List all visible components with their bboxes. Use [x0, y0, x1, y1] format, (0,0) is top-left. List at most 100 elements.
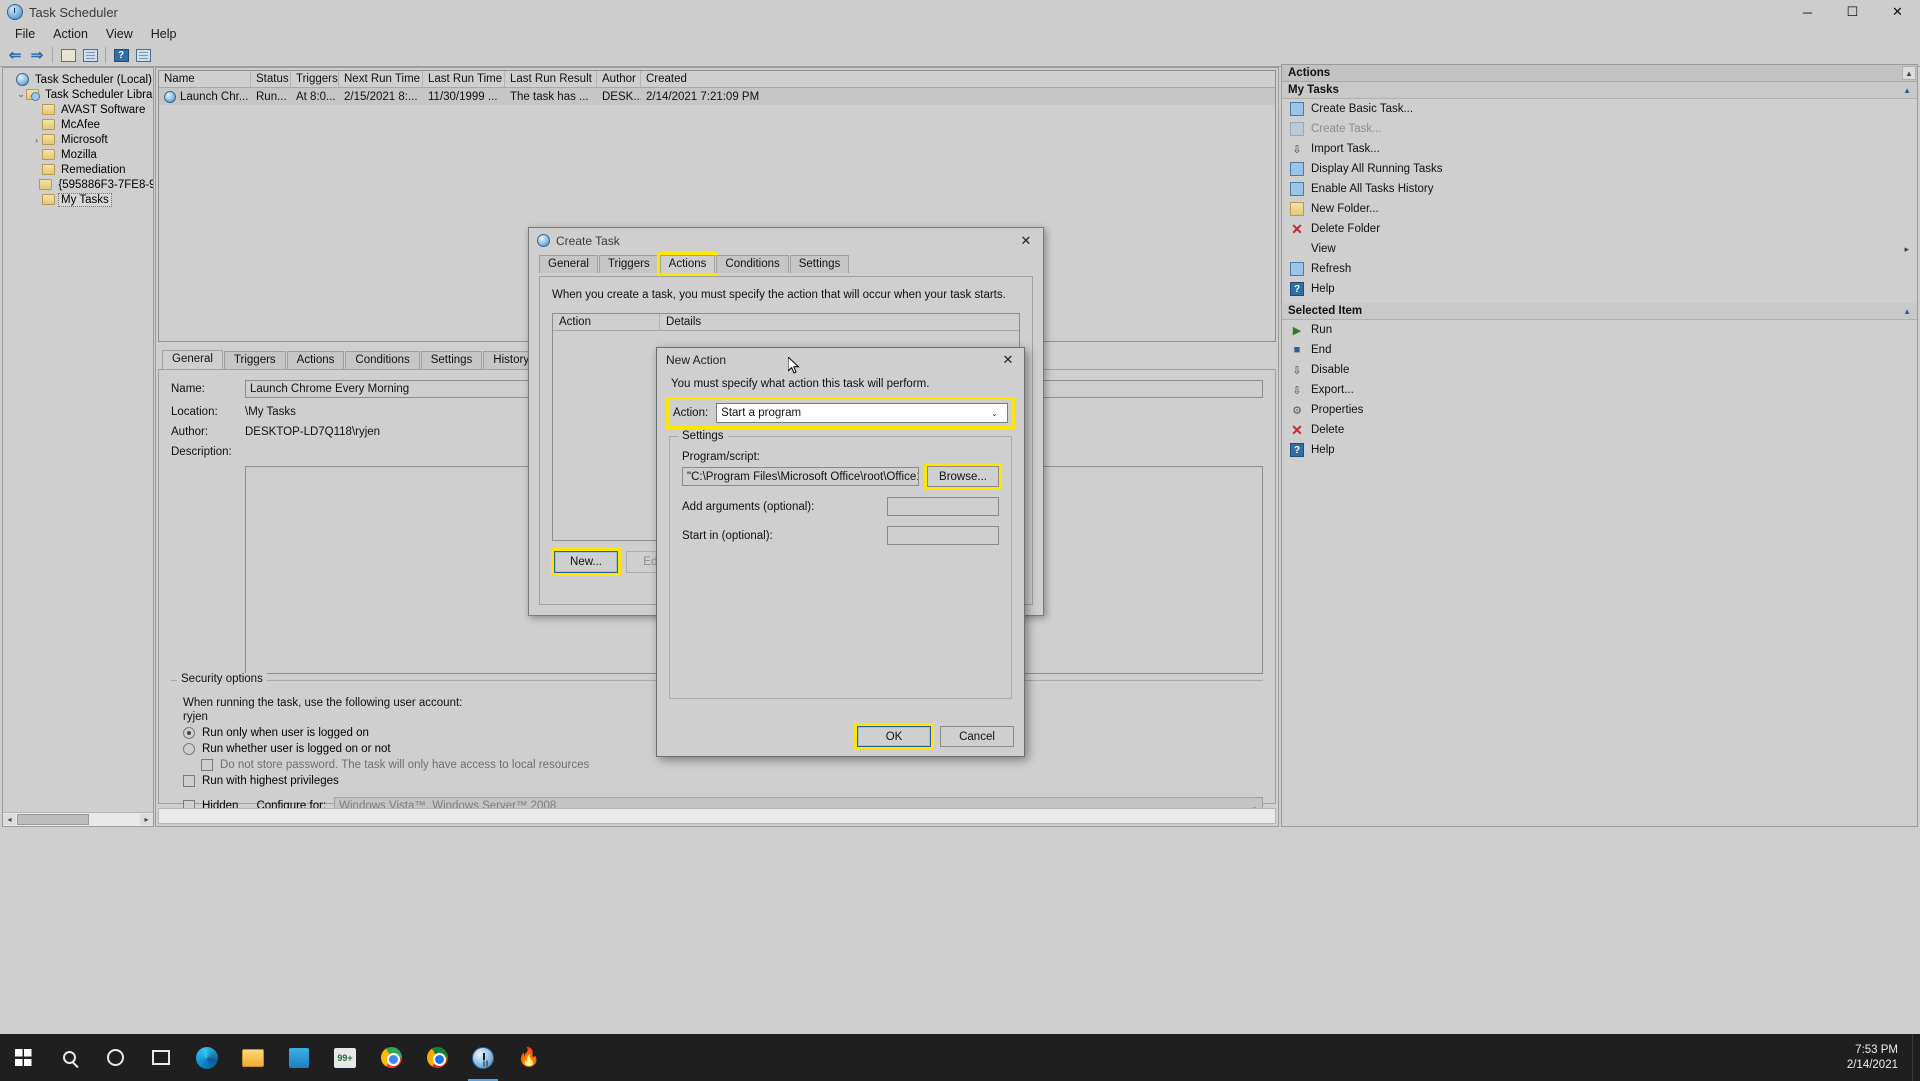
actions-section-my-tasks[interactable]: My Tasks ▲: [1282, 82, 1917, 99]
search-button[interactable]: [46, 1034, 92, 1081]
checkbox-highest-privileges[interactable]: Run with highest privileges: [183, 775, 1263, 787]
column-header-details[interactable]: Details: [660, 314, 1019, 330]
tab-general[interactable]: General: [162, 350, 223, 369]
scroll-left-arrow-icon[interactable]: ◂: [3, 814, 16, 825]
action-import-task[interactable]: ⇩ Import Task...: [1282, 139, 1917, 159]
edge-button[interactable]: [184, 1034, 230, 1081]
maximize-button[interactable]: ☐: [1830, 0, 1875, 24]
tab-conditions[interactable]: Conditions: [345, 351, 420, 369]
table-row[interactable]: Launch Chr... Run... At 8:0... 2/15/2021…: [159, 88, 1275, 105]
column-header-name[interactable]: Name: [159, 71, 251, 87]
chevron-right-icon[interactable]: ›: [31, 135, 42, 145]
tree-item-remediation[interactable]: Remediation: [5, 162, 153, 177]
tab-actions[interactable]: Actions: [286, 351, 345, 369]
close-button[interactable]: ✕: [1875, 0, 1920, 24]
collapse-icon[interactable]: ▲: [1903, 307, 1911, 316]
checkbox-icon[interactable]: [201, 759, 213, 771]
tree-item-avast[interactable]: AVAST Software: [5, 102, 153, 117]
create-task-tab-settings[interactable]: Settings: [789, 255, 850, 273]
actions-section-selected-item[interactable]: Selected Item ▲: [1282, 303, 1917, 320]
column-header-status[interactable]: Status: [251, 71, 291, 87]
system-clock[interactable]: 7:53 PM 2/14/2021: [1847, 1043, 1912, 1073]
action-enable-all-tasks-history[interactable]: Enable All Tasks History: [1282, 179, 1917, 199]
tree-item-guid-folder[interactable]: {595886F3-7FE8-966B-: [5, 177, 153, 192]
detail-horizontal-scrollbar[interactable]: [158, 808, 1276, 824]
column-header-last-run-result[interactable]: Last Run Result: [505, 71, 597, 87]
tree-item-microsoft[interactable]: › Microsoft: [5, 132, 153, 147]
action-view[interactable]: View ▸: [1282, 239, 1917, 259]
file-explorer-button[interactable]: [230, 1034, 276, 1081]
new-action-close-button[interactable]: ✕: [992, 348, 1024, 372]
tree-item-my-tasks[interactable]: My Tasks: [5, 192, 153, 207]
column-header-next-run-time[interactable]: Next Run Time: [339, 71, 423, 87]
chrome-beta-button[interactable]: [414, 1034, 460, 1081]
checkbox-do-not-store-password[interactable]: Do not store password. The task will onl…: [201, 759, 1263, 771]
scrollbar-thumb[interactable]: [17, 814, 89, 825]
action-new-folder[interactable]: New Folder...: [1282, 199, 1917, 219]
action-end[interactable]: ■ End: [1282, 340, 1917, 360]
menu-help[interactable]: Help: [142, 25, 186, 43]
show-action-pane-button[interactable]: [132, 45, 154, 65]
action-select[interactable]: Start a program ⌄: [716, 403, 1008, 423]
tree-item-mozilla[interactable]: Mozilla: [5, 147, 153, 162]
column-header-author[interactable]: Author: [597, 71, 641, 87]
tab-triggers[interactable]: Triggers: [223, 351, 286, 369]
action-refresh[interactable]: Refresh: [1282, 259, 1917, 279]
column-header-action[interactable]: Action: [553, 314, 661, 330]
task-scheduler-button[interactable]: [460, 1034, 506, 1081]
chevron-down-icon[interactable]: ⌄: [986, 404, 1003, 422]
create-task-tab-conditions[interactable]: Conditions: [716, 255, 789, 273]
tree-horizontal-scrollbar[interactable]: ◂ ▸: [3, 812, 153, 826]
radio-icon[interactable]: [183, 727, 195, 739]
ok-button[interactable]: OK: [857, 726, 931, 747]
column-header-triggers[interactable]: Triggers: [291, 71, 339, 87]
action-delete[interactable]: ✕ Delete: [1282, 420, 1917, 440]
create-task-tab-general[interactable]: General: [539, 255, 598, 273]
tree-item-mcafee[interactable]: McAfee: [5, 117, 153, 132]
tab-settings[interactable]: Settings: [420, 351, 483, 369]
minimize-button[interactable]: ─: [1785, 0, 1830, 24]
show-desktop-button[interactable]: [1912, 1034, 1920, 1081]
help-button[interactable]: ?: [110, 45, 132, 65]
task-view-button[interactable]: [138, 1034, 184, 1081]
action-run[interactable]: ▶ Run: [1282, 320, 1917, 340]
action-properties[interactable]: ⚙ Properties: [1282, 400, 1917, 420]
tree-item-root[interactable]: Task Scheduler (Local): [5, 72, 153, 87]
radio-icon[interactable]: [183, 743, 195, 755]
tree-item-library[interactable]: ⌄ Task Scheduler Library: [5, 87, 153, 102]
start-in-input[interactable]: [887, 526, 999, 545]
cancel-button[interactable]: Cancel: [940, 726, 1014, 747]
create-task-close-button[interactable]: ✕: [1009, 228, 1043, 253]
action-display-running-tasks[interactable]: Display All Running Tasks: [1282, 159, 1917, 179]
action-create-basic-task[interactable]: Create Basic Task...: [1282, 99, 1917, 119]
column-header-last-run-time[interactable]: Last Run Time: [423, 71, 505, 87]
action-delete-folder[interactable]: ✕ Delete Folder: [1282, 219, 1917, 239]
microsoft-store-button[interactable]: [276, 1034, 322, 1081]
start-button[interactable]: [0, 1034, 46, 1081]
checkbox-icon[interactable]: [183, 775, 195, 787]
badge-app-button[interactable]: 99+: [322, 1034, 368, 1081]
cortana-button[interactable]: [92, 1034, 138, 1081]
back-button[interactable]: ⇐: [4, 45, 26, 65]
create-task-tab-actions[interactable]: Actions: [656, 252, 719, 276]
action-disable[interactable]: ⇩ Disable: [1282, 360, 1917, 380]
program-script-input[interactable]: "C:\Program Files\Microsoft Office\root\…: [682, 467, 919, 486]
menu-view[interactable]: View: [97, 25, 142, 43]
column-header-created[interactable]: Created: [641, 71, 871, 87]
action-help[interactable]: ? Help: [1282, 279, 1917, 299]
scroll-right-arrow-icon[interactable]: ▸: [140, 814, 153, 825]
action-create-task[interactable]: Create Task...: [1282, 119, 1917, 139]
show-console-tree-button[interactable]: [79, 45, 101, 65]
create-task-tab-triggers[interactable]: Triggers: [598, 255, 659, 273]
scroll-up-arrow-icon[interactable]: ▲: [1902, 66, 1916, 80]
collapse-icon[interactable]: ▲: [1903, 86, 1911, 95]
menu-action[interactable]: Action: [44, 25, 97, 43]
forward-button[interactable]: ⇒: [26, 45, 48, 65]
new-action-button[interactable]: New...: [551, 548, 621, 576]
browse-button[interactable]: Browse...: [927, 466, 999, 487]
chrome-button[interactable]: [368, 1034, 414, 1081]
action-help-selected[interactable]: ? Help: [1282, 440, 1917, 460]
flame-app-button[interactable]: 🔥: [506, 1034, 552, 1081]
menu-file[interactable]: File: [6, 25, 44, 43]
chevron-down-icon[interactable]: ⌄: [16, 89, 26, 100]
